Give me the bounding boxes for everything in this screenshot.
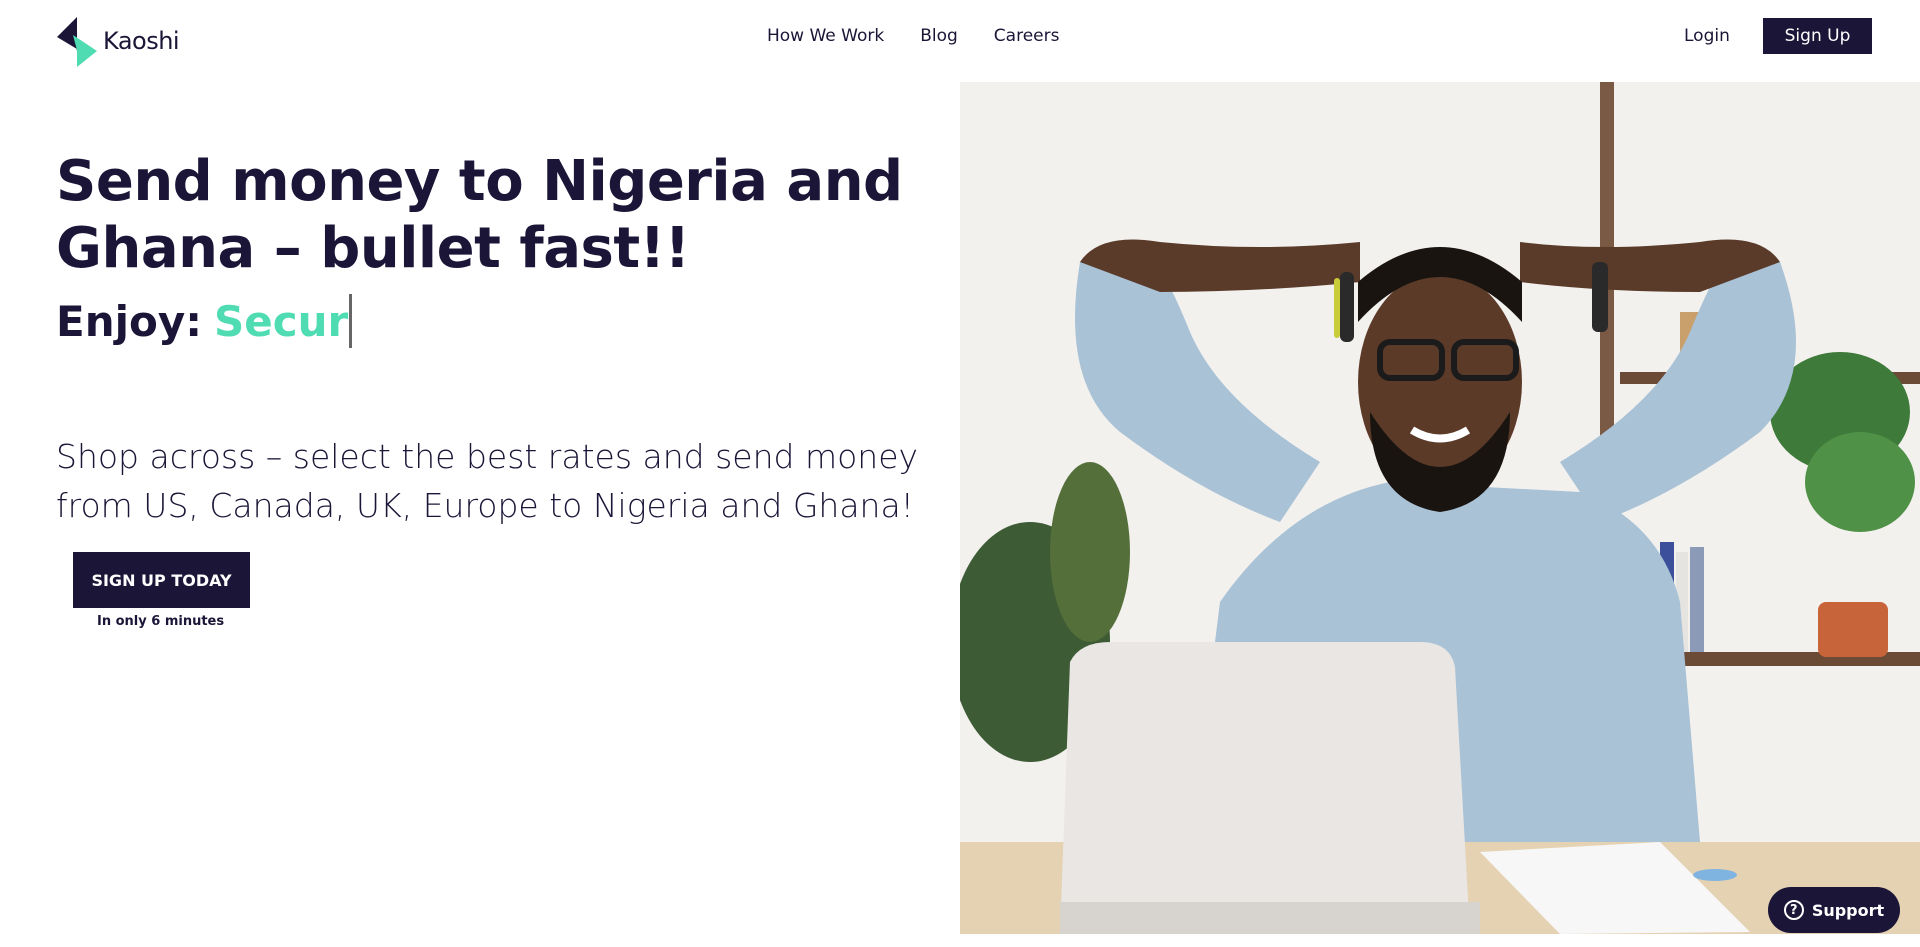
support-label: Support [1811, 900, 1885, 920]
typing-cursor [349, 294, 353, 348]
hero-photo-illustration [960, 82, 1920, 934]
hero-subtitle: Shop across – select the best rates and … [56, 437, 919, 525]
site-header: Kaoshi How We Work Blog Careers Login Si… [0, 0, 1920, 82]
logo-text: Kaoshi [103, 27, 180, 55]
cta-note: In only 6 minutes [97, 614, 225, 629]
signup-today-button[interactable]: SIGN UP TODAY [73, 552, 250, 608]
hero-photo [960, 82, 1920, 934]
enjoy-rotating-word: Secur [214, 296, 349, 346]
question-icon: ? [1783, 900, 1804, 920]
nav-careers[interactable]: Careers [994, 26, 1060, 46]
logo[interactable]: Kaoshi [55, 15, 180, 67]
support-button[interactable]: ? Support [1768, 887, 1900, 933]
signup-button[interactable]: Sign Up [1763, 18, 1872, 54]
kaoshi-logo-icon [57, 17, 97, 67]
main-nav: How We Work Blog Careers [767, 26, 1059, 46]
enjoy-line: Enjoy: Secur [56, 294, 353, 348]
nav-how-we-work[interactable]: How We Work [767, 26, 884, 46]
enjoy-label: Enjoy: [56, 296, 203, 346]
nav-blog[interactable]: Blog [920, 26, 958, 46]
login-link[interactable]: Login [1684, 26, 1730, 46]
hero-title: Send money to Nigeria and Ghana – bullet… [56, 149, 903, 281]
